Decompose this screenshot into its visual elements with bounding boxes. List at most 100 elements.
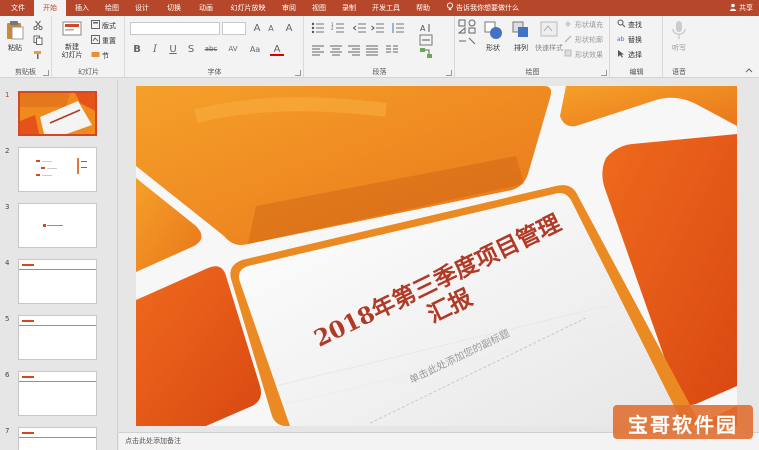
strikethrough-button[interactable]: abc	[202, 43, 220, 56]
arrange-button[interactable]: 排列	[508, 19, 534, 53]
align-left-icon[interactable]	[311, 44, 325, 56]
arrange-icon	[512, 21, 528, 37]
new-slide-button[interactable]: 新建 幻灯片	[55, 19, 89, 59]
replace-icon: ab	[617, 36, 625, 43]
tell-me-text: 告诉我你想要做什么	[456, 4, 519, 12]
tab-insert[interactable]: 插入	[68, 0, 96, 16]
text-direction-icon[interactable]: A	[419, 22, 433, 34]
clipboard-group: 粘贴 剪贴板	[0, 16, 52, 78]
slide-thumbnail-6[interactable]	[18, 371, 97, 416]
dictate-button[interactable]: 听写	[664, 19, 694, 53]
justify-icon[interactable]	[365, 44, 379, 56]
font-name-combo[interactable]	[130, 22, 220, 35]
font-size-combo[interactable]	[222, 22, 246, 35]
select-button[interactable]: 选择	[617, 49, 642, 61]
shape-outline-button[interactable]: 形状轮廓	[564, 34, 603, 46]
find-button[interactable]: 查找	[617, 19, 642, 31]
clear-formatting-button[interactable]: A	[282, 22, 296, 35]
tab-record[interactable]: 录制	[336, 0, 362, 16]
slides-group-label: 幻灯片	[78, 68, 99, 76]
tab-design[interactable]: 设计	[128, 0, 156, 16]
share-button[interactable]: 共享	[729, 0, 753, 16]
change-case-button[interactable]: Aa	[246, 43, 264, 56]
reset-button[interactable]: 重置	[91, 35, 116, 47]
tab-transitions[interactable]: 切换	[160, 0, 188, 16]
search-icon	[617, 19, 626, 28]
section-button[interactable]: 节	[91, 50, 109, 62]
slide-thumbnail-7[interactable]	[18, 427, 97, 450]
collapse-ribbon-icon[interactable]	[745, 67, 753, 73]
tab-slideshow[interactable]: 幻灯片放映	[224, 0, 272, 16]
quick-styles-label: 快速样式	[535, 44, 563, 52]
grow-font-button[interactable]: A	[250, 22, 264, 35]
thumbnail-1-preview	[20, 93, 95, 134]
thumbnail-number: 5	[5, 315, 10, 323]
format-painter-icon[interactable]	[33, 50, 43, 60]
paragraph-launcher[interactable]	[446, 70, 452, 76]
bullets-icon[interactable]	[311, 22, 325, 34]
align-text-icon[interactable]	[419, 34, 433, 46]
thumbnail-number: 2	[5, 147, 10, 155]
font-launcher[interactable]	[295, 70, 301, 76]
slide-thumbnail-2[interactable]	[18, 147, 97, 192]
editing-group-label: 编辑	[629, 68, 644, 76]
svg-text:2: 2	[331, 26, 334, 31]
shape-fill-button[interactable]: 形状填充	[564, 19, 603, 31]
tab-animations[interactable]: 动画	[192, 0, 220, 16]
drawing-launcher[interactable]	[601, 70, 607, 76]
tab-review[interactable]: 审阅	[276, 0, 302, 16]
slide-thumbnail-5[interactable]	[18, 315, 97, 360]
shadow-button[interactable]: S	[184, 43, 198, 56]
select-label: 选择	[628, 51, 642, 59]
tab-file[interactable]: 文件	[4, 0, 32, 16]
current-slide[interactable]: 2018年第三季度项目管理 汇报 单击此处添加您的副标题	[136, 86, 737, 426]
align-right-icon[interactable]	[347, 44, 361, 56]
columns-icon[interactable]	[385, 44, 399, 56]
shape-effects-button[interactable]: 形状效果	[564, 49, 603, 61]
font-color-button[interactable]: A	[270, 43, 284, 56]
shrink-font-button[interactable]: A	[264, 22, 278, 35]
align-center-icon[interactable]	[329, 44, 343, 56]
tab-help[interactable]: 帮助	[410, 0, 436, 16]
italic-button[interactable]: I	[148, 43, 162, 56]
arrange-label: 排列	[514, 44, 528, 52]
share-label: 共享	[739, 4, 753, 12]
tell-me-box[interactable]: 告诉我你想要做什么	[446, 0, 519, 16]
paste-button[interactable]: 粘贴	[1, 19, 29, 53]
replace-button[interactable]: ab 替换	[617, 34, 642, 46]
cut-icon[interactable]	[33, 20, 43, 30]
replace-label: 替换	[628, 36, 642, 44]
svg-text:ab: ab	[617, 36, 625, 43]
quick-styles-button[interactable]: 快速样式	[534, 19, 564, 53]
layout-button[interactable]: 版式	[91, 20, 116, 32]
slide-thumbnail-1[interactable]	[18, 91, 97, 136]
numbering-icon[interactable]: 12	[331, 22, 345, 34]
bold-button[interactable]: B	[130, 43, 144, 56]
tab-developer[interactable]: 开发工具	[366, 0, 406, 16]
paragraph-group: 12 A 段落	[305, 16, 455, 78]
smartart-icon[interactable]	[419, 47, 433, 59]
tab-home[interactable]: 开始	[34, 0, 66, 16]
copy-icon[interactable]	[33, 35, 43, 45]
slide-thumbnail-pane: 1 2 3 4 5 6 7	[0, 79, 118, 450]
tab-draw[interactable]: 绘图	[98, 0, 126, 16]
reset-label: 重置	[102, 37, 116, 45]
character-spacing-button[interactable]: AV	[224, 43, 242, 56]
shape-fill-label: 形状填充	[575, 21, 603, 29]
svg-text:A: A	[420, 24, 426, 33]
shapes-gallery-icon[interactable]	[458, 19, 480, 49]
effects-icon	[564, 49, 572, 57]
line-spacing-icon[interactable]	[391, 22, 405, 34]
clipboard-launcher[interactable]	[43, 70, 49, 76]
increase-indent-icon[interactable]	[371, 22, 385, 34]
section-label: 节	[102, 52, 109, 60]
tab-view[interactable]: 视图	[306, 0, 332, 16]
shape-outline-label: 形状轮廓	[575, 36, 603, 44]
decrease-indent-icon[interactable]	[353, 22, 367, 34]
person-icon	[729, 3, 737, 11]
slide-thumbnail-4[interactable]	[18, 259, 97, 304]
shapes-button[interactable]: 形状	[480, 19, 506, 53]
clipboard-icon	[7, 21, 24, 40]
underline-button[interactable]: U	[166, 43, 180, 56]
slide-thumbnail-3[interactable]	[18, 203, 97, 248]
